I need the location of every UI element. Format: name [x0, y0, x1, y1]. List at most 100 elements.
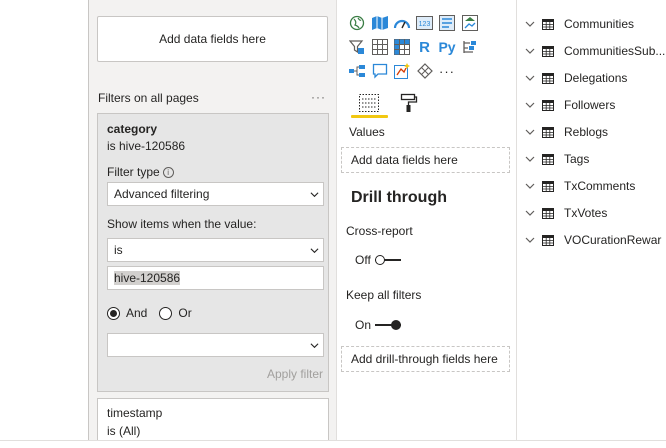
field-table-name: VOCurationRewar [564, 233, 662, 247]
filter-type-dropdown[interactable]: Advanced filtering [107, 182, 324, 206]
chevron-down-icon[interactable] [524, 234, 536, 246]
add-data-fields-well[interactable]: Add data fields here [97, 16, 328, 62]
paginated-report-icon[interactable] [414, 59, 436, 83]
cross-report-toggle[interactable]: Off [355, 253, 401, 267]
condition-dropdown[interactable]: is [107, 238, 324, 262]
field-table-row[interactable]: Delegations [524, 69, 666, 87]
bottom-edge [0, 440, 666, 448]
field-table-name: TxVotes [564, 206, 608, 220]
chevron-down-icon[interactable] [524, 45, 536, 57]
keep-filters-toggle[interactable]: On [355, 318, 402, 332]
slicer-icon[interactable] [346, 35, 368, 59]
r-visual-icon[interactable]: R [414, 35, 436, 59]
map-globe-icon[interactable] [346, 11, 368, 35]
filters-pane: Add data fields here Filters on all page… [88, 0, 337, 448]
keep-filters-label: Keep all filters [346, 288, 422, 302]
filters-all-pages-title: Filters on all pages [98, 91, 199, 105]
field-table-name: Reblogs [564, 125, 609, 139]
paint-roller-icon [400, 93, 418, 112]
logic-radio-group: And Or [107, 306, 204, 320]
drill-through-title: Drill through [351, 189, 447, 206]
field-table-row[interactable]: TxComments [524, 177, 666, 195]
python-visual-icon[interactable]: Py [436, 35, 458, 59]
chevron-down-icon[interactable] [524, 72, 536, 84]
key-influencers-icon[interactable] [459, 35, 481, 59]
field-table-name: Tags [564, 152, 590, 166]
info-icon[interactable]: i [162, 167, 174, 178]
field-table-row[interactable]: VOCurationRewar [524, 231, 666, 249]
add-data-fields-label: Add data fields here [159, 32, 266, 46]
and-label: And [126, 306, 148, 320]
table-icon [542, 99, 554, 111]
chevron-down-icon [310, 248, 319, 254]
chevron-down-icon[interactable] [524, 180, 536, 192]
filter-type-label-row: Filter type i [107, 165, 174, 179]
table-icon [542, 180, 554, 192]
more-visuals-icon[interactable]: ··· [436, 59, 458, 83]
r-visual-label: R [419, 38, 430, 56]
kpi-icon[interactable] [459, 11, 481, 35]
filter-card-summary: is hive-120586 [107, 139, 186, 153]
toggle-switch [374, 255, 401, 265]
filter-value-text: hive-120586 [114, 271, 181, 285]
second-condition-dropdown[interactable] [107, 333, 324, 357]
gauge-icon[interactable] [391, 11, 413, 35]
apply-filter-button[interactable]: Apply filter [267, 367, 323, 381]
or-radio[interactable] [159, 306, 173, 320]
filter-value-input[interactable]: hive-120586 [107, 266, 324, 290]
matrix-icon[interactable] [391, 35, 413, 59]
python-visual-label: Py [438, 39, 456, 55]
filter-card-summary: is (All) [107, 424, 141, 438]
tab-format[interactable] [389, 88, 429, 118]
app-frame: Add data fields here Filters on all page… [0, 0, 666, 448]
multi-row-card-icon[interactable] [436, 11, 458, 35]
more-options-icon[interactable]: ··· [311, 90, 326, 104]
filter-card-title: timestamp [107, 406, 163, 420]
table-icon [542, 153, 554, 165]
table-icon [542, 18, 554, 30]
table-icon [542, 126, 554, 138]
field-table-row[interactable]: CommunitiesSub... [524, 42, 666, 60]
chevron-down-icon[interactable] [524, 99, 536, 111]
card-icon[interactable]: 123 [414, 11, 436, 35]
table-icon [542, 45, 554, 57]
and-radio[interactable] [107, 306, 120, 320]
toggle-switch [375, 320, 402, 330]
values-drop-well[interactable]: Add data fields here [341, 147, 510, 173]
report-canvas-edge [0, 0, 88, 440]
chevron-down-icon[interactable] [524, 153, 536, 165]
chevron-down-icon[interactable] [524, 207, 536, 219]
category-filter-card[interactable]: category is hive-120586 Filter type i Adv… [97, 113, 329, 392]
visualizations-pane: 123 R Py ··· Values Add data fields here… [337, 0, 517, 440]
smart-narrative-icon[interactable] [391, 59, 413, 83]
field-table-row[interactable]: Tags [524, 150, 666, 168]
decomposition-tree-icon[interactable] [346, 59, 368, 83]
table-icon [542, 234, 554, 246]
field-table-row[interactable]: Reblogs [524, 123, 666, 141]
values-label: Values [349, 125, 385, 139]
filled-map-icon[interactable] [369, 11, 391, 35]
visual-icon-grid: 123 R Py ··· [346, 11, 481, 83]
chevron-down-icon[interactable] [524, 18, 536, 30]
viz-tab-row [349, 88, 429, 118]
field-table-name: Followers [564, 98, 616, 112]
field-table-name: Delegations [564, 71, 628, 85]
qa-icon[interactable] [369, 59, 391, 83]
tab-build-visual[interactable] [349, 88, 389, 118]
toggle-state-label: Off [355, 253, 371, 267]
field-table-row[interactable]: TxVotes [524, 204, 666, 222]
field-table-row[interactable]: Communities [524, 15, 666, 33]
or-label: Or [178, 306, 192, 320]
field-table-name: Communities [564, 17, 635, 31]
table-icon[interactable] [369, 35, 391, 59]
field-table-row[interactable]: Followers [524, 96, 666, 114]
condition-value: is [114, 243, 123, 257]
filter-type-value: Advanced filtering [114, 187, 210, 201]
filter-card-title: category [107, 122, 158, 136]
chevron-down-icon[interactable] [524, 126, 536, 138]
more-visuals-label: ··· [439, 63, 455, 79]
chevron-down-icon [310, 192, 319, 198]
svg-text:123: 123 [419, 21, 431, 28]
table-icon [542, 72, 554, 84]
drill-through-drop-well[interactable]: Add drill-through fields here [341, 346, 510, 372]
